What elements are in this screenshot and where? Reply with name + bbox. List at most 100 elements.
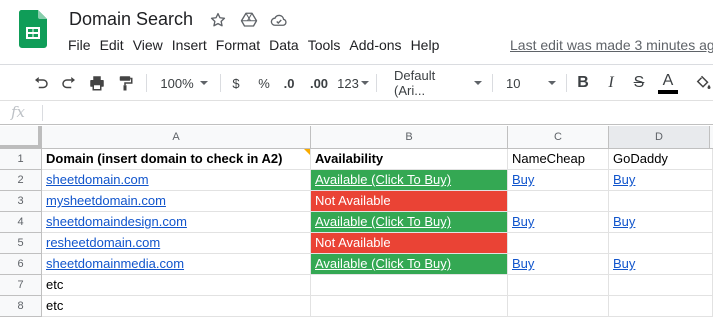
cell-d6[interactable]: Buy: [609, 254, 713, 275]
column-header-b[interactable]: B: [311, 126, 508, 148]
cell-d2[interactable]: Buy: [609, 170, 713, 191]
italic-button[interactable]: I: [600, 65, 622, 101]
cell-a8[interactable]: etc: [42, 296, 311, 317]
row-header[interactable]: 2: [0, 170, 42, 191]
italic-label: I: [608, 74, 614, 91]
redo-button[interactable]: [58, 65, 80, 101]
row-header[interactable]: 5: [0, 233, 42, 254]
zoom-select[interactable]: 100%: [154, 65, 214, 101]
currency-format-button[interactable]: $: [226, 65, 246, 101]
bold-label: B: [577, 74, 589, 91]
cell-a7[interactable]: etc: [42, 275, 311, 296]
menu-file[interactable]: File: [68, 37, 99, 53]
cell-b2[interactable]: Available (Click To Buy): [311, 170, 508, 191]
row-header[interactable]: 4: [0, 212, 42, 233]
cell-c6[interactable]: Buy: [508, 254, 609, 275]
cell-d7[interactable]: [609, 275, 713, 296]
cell-b1[interactable]: Availability: [311, 149, 508, 170]
currency-label: $: [232, 75, 240, 91]
cell-c3[interactable]: [508, 191, 609, 212]
cell-a5[interactable]: resheetdomain.com: [42, 233, 311, 254]
cell-d1[interactable]: GoDaddy: [609, 149, 713, 170]
font-size-select[interactable]: 10: [498, 65, 564, 101]
row-header[interactable]: 6: [0, 254, 42, 275]
fx-icon: fx: [11, 103, 26, 121]
row-header[interactable]: 1: [0, 149, 42, 170]
text-color-button[interactable]: A: [656, 65, 680, 101]
cell-d4[interactable]: Buy: [609, 212, 713, 233]
cell-c1[interactable]: NameCheap: [508, 149, 609, 170]
cell-b5[interactable]: Not Available: [311, 233, 508, 254]
toolbar-divider: [492, 74, 493, 92]
menu-add-ons[interactable]: Add-ons: [349, 37, 409, 53]
more-formats-select[interactable]: 123: [336, 65, 370, 101]
column-header-a[interactable]: A: [42, 126, 311, 148]
last-edit-link[interactable]: Last edit was made 3 minutes ago: [510, 37, 713, 53]
fill-color-button[interactable]: [692, 65, 713, 101]
cell-b7[interactable]: [311, 275, 508, 296]
undo-button[interactable]: [30, 65, 52, 101]
menu-insert[interactable]: Insert: [172, 37, 215, 53]
text-color-label: A: [662, 71, 674, 89]
paint-format-button[interactable]: [114, 65, 136, 101]
cell-b3[interactable]: Not Available: [311, 191, 508, 212]
cloud-saved-icon[interactable]: [270, 11, 288, 29]
cell-a4[interactable]: sheetdomaindesign.com: [42, 212, 311, 233]
cell-d3[interactable]: [609, 191, 713, 212]
menu-help[interactable]: Help: [411, 37, 448, 53]
row-header[interactable]: 8: [0, 296, 42, 317]
toolbar: 100% $ % .0 .00 123 Default (Ari... 10 B…: [0, 64, 713, 100]
cell-c8[interactable]: [508, 296, 609, 317]
bold-button[interactable]: B: [572, 65, 594, 101]
increase-decimals-button[interactable]: .00: [306, 65, 332, 101]
column-headers: A B C D: [0, 126, 713, 149]
cell-b6[interactable]: Available (Click To Buy): [311, 254, 508, 275]
menu-tools[interactable]: Tools: [308, 37, 349, 53]
decrease-decimals-button[interactable]: .0: [278, 65, 300, 101]
document-title[interactable]: Domain Search: [69, 9, 193, 30]
chevron-down-icon: [474, 81, 482, 85]
cell-c5[interactable]: [508, 233, 609, 254]
strikethrough-button[interactable]: S: [628, 65, 650, 101]
cell-d8[interactable]: [609, 296, 713, 317]
cell-a6[interactable]: sheetdomainmedia.com: [42, 254, 311, 275]
cell-c2[interactable]: Buy: [508, 170, 609, 191]
font-family-select[interactable]: Default (Ari...: [384, 65, 488, 101]
menu-data[interactable]: Data: [269, 37, 307, 53]
star-icon[interactable]: [209, 11, 227, 29]
fill-color-icon: [696, 75, 711, 89]
row-header[interactable]: 3: [0, 191, 42, 212]
header: Domain Search File Edit View Insert Form…: [0, 0, 713, 64]
increase-decimals-label: .00: [309, 75, 329, 91]
toolbar-divider: [566, 74, 567, 92]
more-formats-label: 123: [337, 75, 359, 91]
cell-a3[interactable]: mysheetdomain.com: [42, 191, 311, 212]
chevron-down-icon: [360, 81, 369, 85]
cell-b4[interactable]: Available (Click To Buy): [311, 212, 508, 233]
cell-b8[interactable]: [311, 296, 508, 317]
menu-edit[interactable]: Edit: [100, 37, 132, 53]
column-header-c[interactable]: C: [508, 126, 609, 148]
menu-bar: File Edit View Insert Format Data Tools …: [68, 37, 448, 53]
cell-c7[interactable]: [508, 275, 609, 296]
formula-bar: fx: [0, 100, 713, 125]
row-header[interactable]: 7: [0, 275, 42, 296]
redo-icon: [62, 77, 75, 89]
percent-format-button[interactable]: %: [254, 65, 274, 101]
strikethrough-label: S: [633, 74, 645, 91]
paint-format-icon: [119, 76, 133, 91]
formula-input[interactable]: [48, 101, 708, 125]
print-icon: [90, 76, 104, 91]
cell-a1[interactable]: Domain (insert domain to check in A2): [42, 149, 311, 170]
cell-c4[interactable]: Buy: [508, 212, 609, 233]
print-button[interactable]: [86, 65, 108, 101]
cell-d5[interactable]: [609, 233, 713, 254]
column-header-d[interactable]: D: [609, 126, 710, 148]
menu-format[interactable]: Format: [216, 37, 268, 53]
menu-view[interactable]: View: [133, 37, 171, 53]
cell-a2[interactable]: sheetdomain.com: [42, 170, 311, 191]
move-to-drive-icon[interactable]: [240, 11, 258, 29]
font-size-value: 10: [506, 75, 521, 91]
select-all-corner[interactable]: [0, 126, 42, 149]
sheets-logo-icon[interactable]: [19, 10, 47, 48]
